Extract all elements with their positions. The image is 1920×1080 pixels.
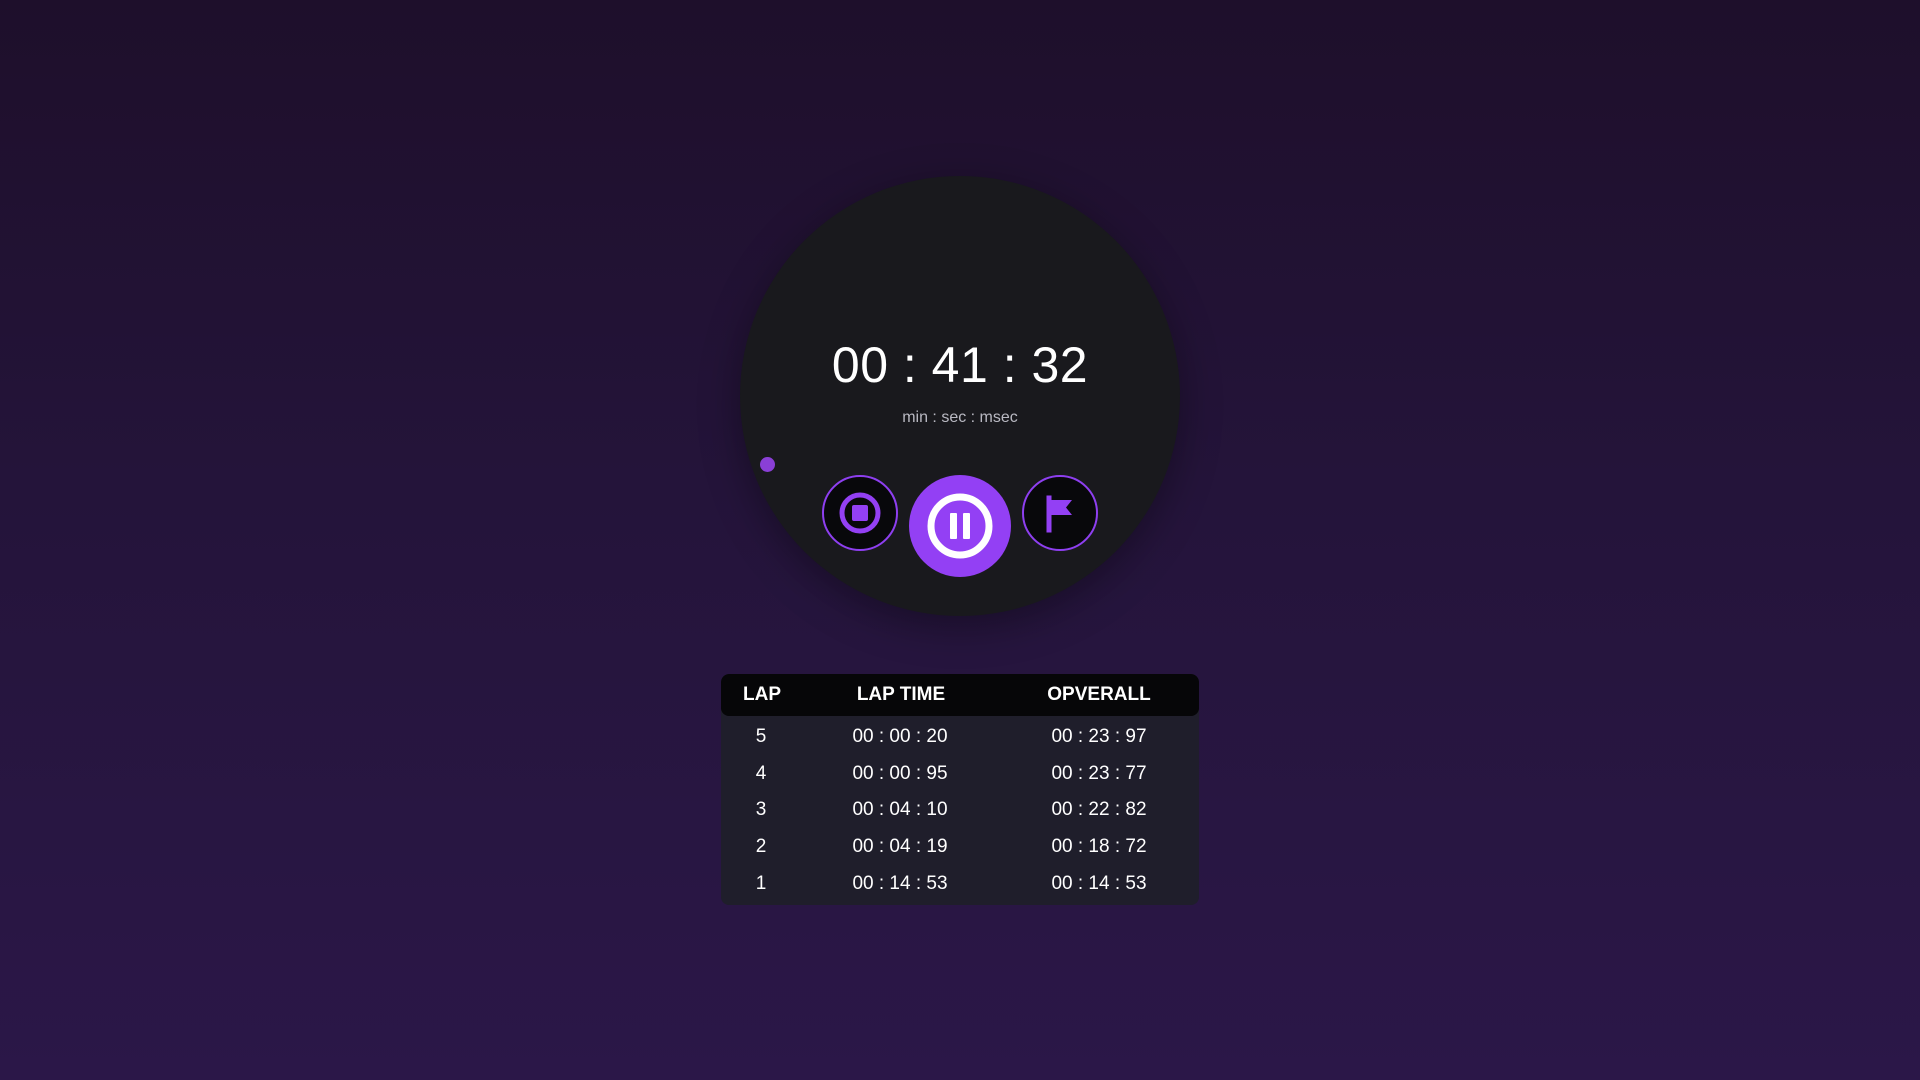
lap-overall: 00 : 22 : 82 bbox=[1051, 799, 1147, 821]
table-row: 3 00 : 04 : 10 00 : 22 : 82 bbox=[721, 792, 1199, 829]
timer-display: 00 : 41 : 32 bbox=[831, 337, 1089, 393]
stop-icon bbox=[837, 490, 883, 536]
timer-units-label: min : sec : msec bbox=[902, 409, 1018, 426]
lap-number: 1 bbox=[755, 872, 767, 894]
flag-icon bbox=[1040, 493, 1080, 533]
table-row: 5 00 : 00 : 20 00 : 23 : 97 bbox=[721, 719, 1199, 756]
stop-button[interactable] bbox=[822, 475, 898, 551]
header-overall: OPVERALL bbox=[1047, 684, 1151, 705]
table-row: 1 00 : 14 : 53 00 : 14 : 53 bbox=[721, 865, 1199, 902]
lap-time: 00 : 00 : 95 bbox=[852, 762, 948, 784]
lap-overall: 00 : 23 : 77 bbox=[1051, 762, 1147, 784]
pause-button[interactable] bbox=[909, 475, 1011, 577]
lap-button[interactable] bbox=[1022, 475, 1098, 551]
header-lap: LAP bbox=[743, 684, 781, 705]
pause-icon bbox=[926, 492, 994, 560]
lap-time: 00 : 14 : 53 bbox=[852, 872, 948, 894]
lap-table-header: LAP LAP TIME OPVERALL bbox=[721, 674, 1199, 716]
lap-overall: 00 : 23 : 97 bbox=[1051, 726, 1147, 748]
lap-time: 00 : 04 : 10 bbox=[852, 799, 948, 821]
table-row: 2 00 : 04 : 19 00 : 18 : 72 bbox=[721, 829, 1199, 866]
lap-overall: 00 : 18 : 72 bbox=[1051, 836, 1147, 858]
lap-time: 00 : 04 : 19 bbox=[852, 836, 948, 858]
header-lap-time: LAP TIME bbox=[856, 684, 946, 705]
table-row: 4 00 : 00 : 95 00 : 23 : 77 bbox=[721, 756, 1199, 793]
lap-overall: 00 : 14 : 53 bbox=[1051, 872, 1147, 894]
lap-table-body: 5 00 : 00 : 20 00 : 23 : 97 4 00 : 00 : … bbox=[721, 716, 1199, 905]
lap-number: 4 bbox=[755, 762, 767, 784]
lap-time: 00 : 00 : 20 bbox=[852, 726, 948, 748]
lap-number: 3 bbox=[755, 799, 767, 821]
lap-number: 5 bbox=[755, 726, 767, 748]
progress-indicator-dot bbox=[760, 457, 775, 472]
lap-number: 2 bbox=[755, 836, 767, 858]
lap-table: LAP LAP TIME OPVERALL 5 00 : 00 : 20 00 … bbox=[721, 674, 1199, 905]
